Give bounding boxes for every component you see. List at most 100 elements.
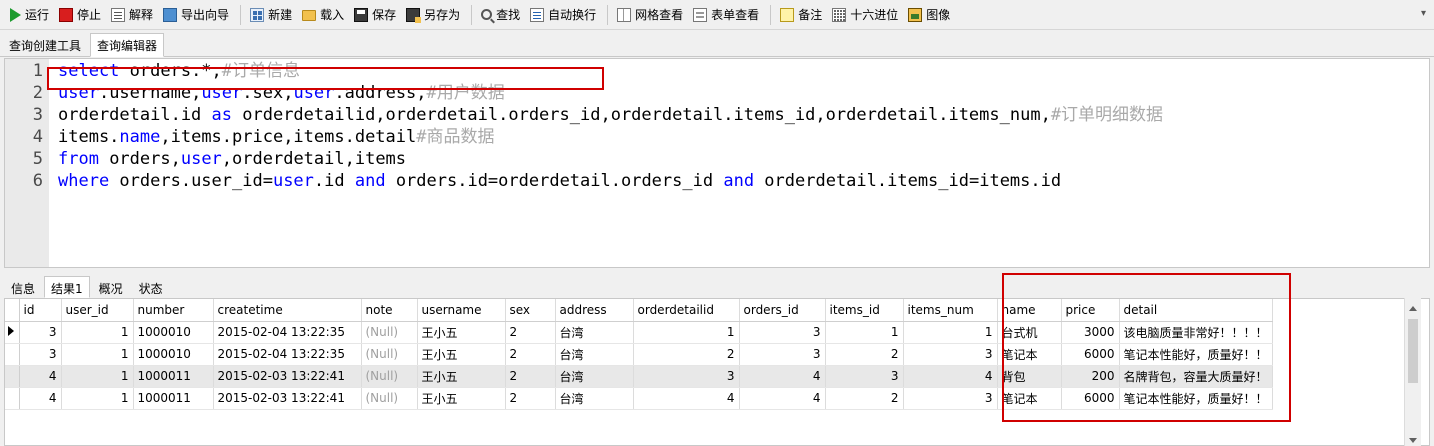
cell-orders_id[interactable]: 3	[739, 343, 826, 366]
table-row[interactable]: 4 1 1000011 2015-02-03 13:22:41 (Null) 王小五 2 台湾…	[5, 387, 1273, 410]
cell-username[interactable]: 王小五	[417, 343, 506, 366]
cell-number[interactable]: 1000010	[133, 321, 214, 344]
cell-address[interactable]: 台湾	[555, 365, 634, 388]
scroll-thumb[interactable]	[1408, 319, 1418, 383]
cell-name[interactable]: 笔记本	[997, 387, 1062, 410]
cell-name[interactable]: 背包	[997, 365, 1062, 388]
cell-createtime[interactable]: 2015-02-03 13:22:41	[213, 387, 362, 410]
column-header-name[interactable]: name	[997, 299, 1062, 322]
cell-orderdetailid[interactable]: 4	[633, 387, 740, 410]
cell-username[interactable]: 王小五	[417, 365, 506, 388]
column-header-createtime[interactable]: createtime	[213, 299, 362, 322]
cell-createtime[interactable]: 2015-02-04 13:22:35	[213, 321, 362, 344]
grid-view-button[interactable]: 网格查看	[613, 3, 687, 27]
cell-sex[interactable]: 2	[505, 321, 556, 344]
chevron-down-icon[interactable]: ▾	[1421, 8, 1426, 19]
row-indicator[interactable]	[5, 365, 20, 388]
row-indicator[interactable]	[5, 387, 20, 410]
scroll-up-icon[interactable]	[1409, 306, 1417, 311]
memo-button[interactable]: 备注	[776, 3, 826, 27]
save-as-button[interactable]: 另存为	[402, 3, 464, 27]
image-button[interactable]: 图像	[904, 3, 954, 27]
cell-items_num[interactable]: 3	[903, 343, 998, 366]
tab-info[interactable]: 信息	[4, 276, 42, 297]
column-header-address[interactable]: address	[555, 299, 634, 322]
cell-price[interactable]: 200	[1061, 365, 1120, 388]
column-header-note[interactable]: note	[361, 299, 418, 322]
table-row[interactable]: 3 1 1000010 2015-02-04 13:22:35 (Null) 王小五 2 台湾…	[5, 321, 1273, 344]
column-header-items_num[interactable]: items_num	[903, 299, 998, 322]
result-grid[interactable]: id user_id number createtime note username sex…	[4, 298, 1430, 446]
tab-status[interactable]: 状态	[132, 276, 170, 297]
row-indicator[interactable]	[5, 321, 20, 344]
vertical-scrollbar[interactable]	[1404, 298, 1421, 446]
cell-orders_id[interactable]: 3	[739, 321, 826, 344]
new-button[interactable]: 新建	[246, 3, 296, 27]
cell-detail[interactable]: 笔记本性能好，质量好！！	[1119, 387, 1273, 410]
cell-sex[interactable]: 2	[505, 343, 556, 366]
cell-user_id[interactable]: 1	[61, 321, 134, 344]
column-header-items_id[interactable]: items_id	[825, 299, 904, 322]
cell-detail[interactable]: 笔记本性能好，质量好！！	[1119, 343, 1273, 366]
cell-number[interactable]: 1000011	[133, 387, 214, 410]
cell-items_num[interactable]: 3	[903, 387, 998, 410]
column-header-orders_id[interactable]: orders_id	[739, 299, 826, 322]
cell-orderdetailid[interactable]: 3	[633, 365, 740, 388]
cell-number[interactable]: 1000010	[133, 343, 214, 366]
load-button[interactable]: 载入	[298, 3, 348, 27]
cell-id[interactable]: 3	[19, 321, 62, 344]
tab-profile[interactable]: 概况	[92, 276, 130, 297]
cell-orders_id[interactable]: 4	[739, 387, 826, 410]
cell-items_id[interactable]: 3	[825, 365, 904, 388]
cell-items_num[interactable]: 1	[903, 321, 998, 344]
table-row[interactable]: 3 1 1000010 2015-02-04 13:22:35 (Null) 王小五 2 台湾…	[5, 343, 1273, 366]
cell-price[interactable]: 6000	[1061, 387, 1120, 410]
cell-orders_id[interactable]: 4	[739, 365, 826, 388]
find-button[interactable]: 查找	[477, 3, 524, 27]
cell-detail[interactable]: 名牌背包，容量大质量好！	[1119, 365, 1273, 388]
cell-username[interactable]: 王小五	[417, 321, 506, 344]
column-header-detail[interactable]: detail	[1119, 299, 1273, 322]
cell-items_id[interactable]: 2	[825, 387, 904, 410]
word-wrap-button[interactable]: 自动换行	[526, 3, 600, 27]
table-row[interactable]: 4 1 1000011 2015-02-03 13:22:41 (Null) 王小五 2 台湾…	[5, 365, 1273, 388]
tab-query-editor[interactable]: 查询编辑器	[90, 33, 165, 57]
run-button[interactable]: 运行	[4, 3, 53, 27]
save-button[interactable]: 保存	[350, 3, 400, 27]
column-header-orderdetailid[interactable]: orderdetailid	[633, 299, 740, 322]
scroll-down-icon[interactable]	[1409, 438, 1417, 443]
cell-price[interactable]: 3000	[1061, 321, 1120, 344]
export-wizard-button[interactable]: 导出向导	[159, 3, 233, 27]
column-header-sex[interactable]: sex	[505, 299, 556, 322]
cell-id[interactable]: 3	[19, 343, 62, 366]
column-header-user_id[interactable]: user_id	[61, 299, 134, 322]
cell-note[interactable]: (Null)	[361, 387, 418, 410]
column-header-number[interactable]: number	[133, 299, 214, 322]
row-indicator[interactable]	[5, 343, 20, 366]
cell-username[interactable]: 王小五	[417, 387, 506, 410]
explain-button[interactable]: 解释	[107, 3, 157, 27]
cell-address[interactable]: 台湾	[555, 387, 634, 410]
cell-items_id[interactable]: 1	[825, 321, 904, 344]
cell-number[interactable]: 1000011	[133, 365, 214, 388]
cell-detail[interactable]: 该电脑质量非常好！！！！	[1119, 321, 1273, 344]
cell-user_id[interactable]: 1	[61, 365, 134, 388]
cell-sex[interactable]: 2	[505, 365, 556, 388]
column-header-price[interactable]: price	[1061, 299, 1120, 322]
cell-note[interactable]: (Null)	[361, 365, 418, 388]
cell-orderdetailid[interactable]: 2	[633, 343, 740, 366]
column-header-username[interactable]: username	[417, 299, 506, 322]
cell-orderdetailid[interactable]: 1	[633, 321, 740, 344]
cell-name[interactable]: 台式机	[997, 321, 1062, 344]
form-view-button[interactable]: 表单查看	[689, 3, 763, 27]
cell-createtime[interactable]: 2015-02-03 13:22:41	[213, 365, 362, 388]
stop-button[interactable]: 停止	[55, 3, 105, 27]
cell-createtime[interactable]: 2015-02-04 13:22:35	[213, 343, 362, 366]
cell-id[interactable]: 4	[19, 365, 62, 388]
cell-id[interactable]: 4	[19, 387, 62, 410]
cell-price[interactable]: 6000	[1061, 343, 1120, 366]
cell-address[interactable]: 台湾	[555, 343, 634, 366]
hex-button[interactable]: 十六进位	[828, 3, 902, 27]
cell-name[interactable]: 笔记本	[997, 343, 1062, 366]
cell-address[interactable]: 台湾	[555, 321, 634, 344]
